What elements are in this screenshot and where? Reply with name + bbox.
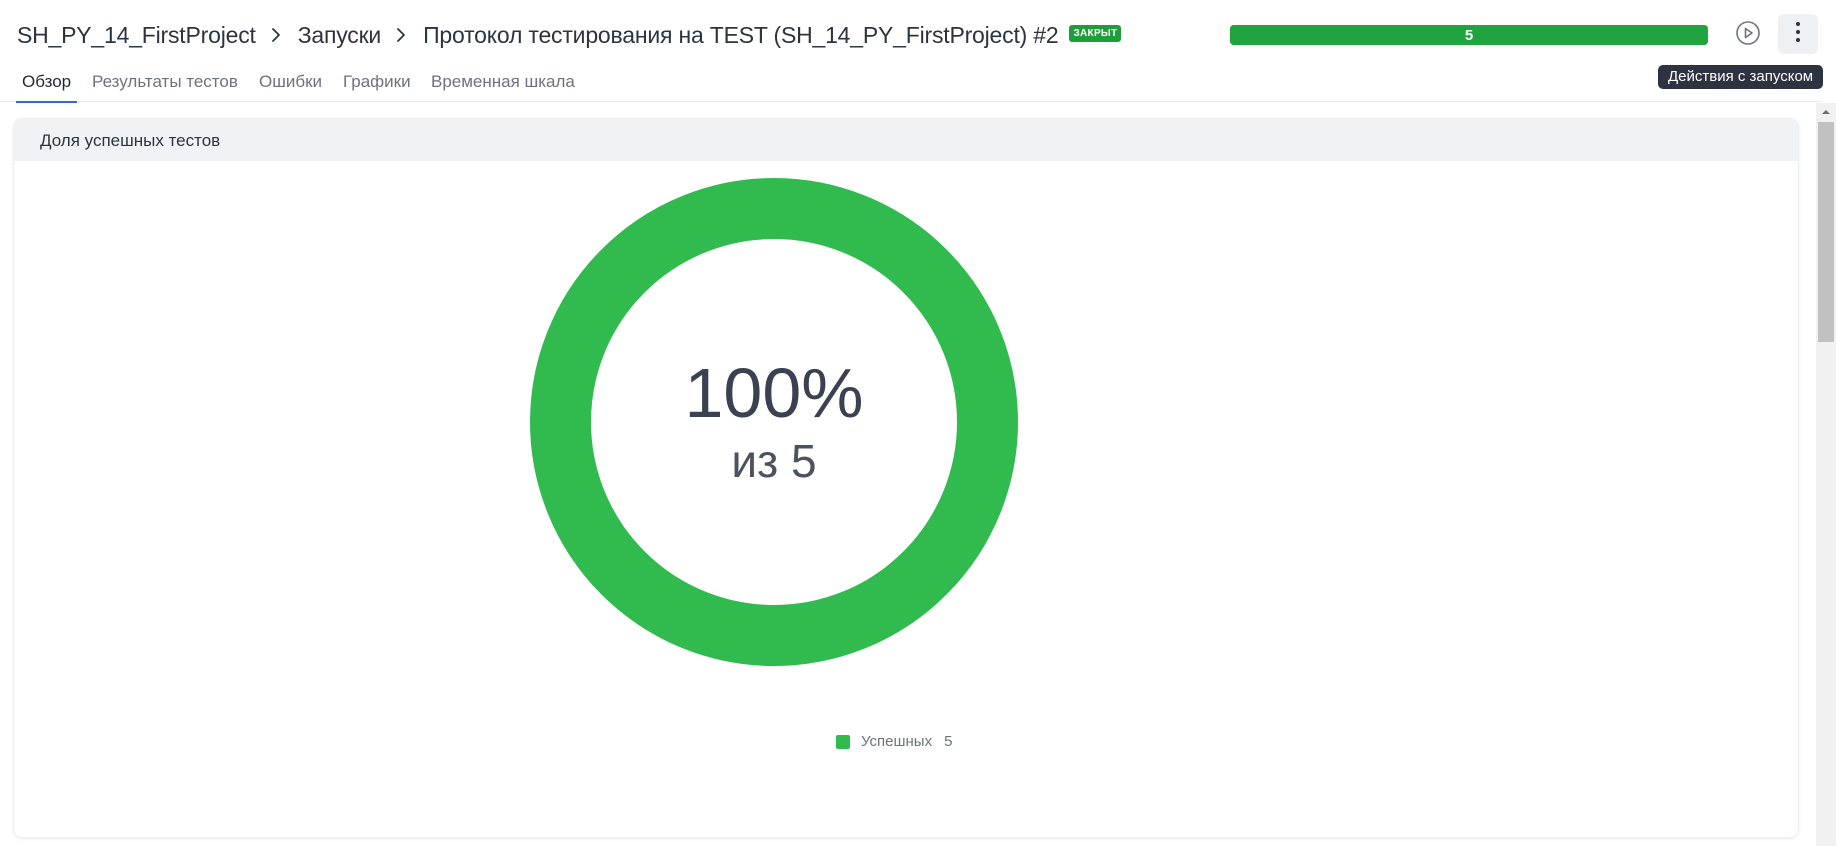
breadcrumb: SH_PY_14_FirstProject Запуски Протокол т…	[17, 18, 1122, 52]
donut-center-total: из 5	[731, 435, 816, 487]
more-vertical-icon	[1795, 21, 1801, 48]
scroll-thumb[interactable]	[1818, 122, 1834, 342]
more-actions-button[interactable]	[1778, 14, 1818, 54]
play-circle-icon	[1735, 20, 1761, 51]
legend-value: 5	[944, 733, 953, 750]
success-rate-panel: Доля успешных тестов 100% из 5	[14, 119, 1798, 837]
breadcrumb-project-link[interactable]: SH_PY_14_FirstProject	[17, 22, 256, 49]
legend-swatch	[836, 734, 850, 749]
breadcrumb-launches-link[interactable]: Запуски	[298, 22, 382, 49]
panel-title: Доля успешных тестов	[14, 119, 1798, 161]
legend-label: Успешных	[861, 733, 933, 750]
scroll-up-button[interactable]	[1816, 103, 1836, 121]
run-progress-bar: 5	[1230, 25, 1708, 45]
donut-center-percent: 100%	[684, 354, 863, 432]
tab-overview[interactable]: Обзор	[16, 68, 78, 103]
chevron-right-icon	[264, 23, 288, 47]
tab-charts[interactable]: Графики	[337, 68, 417, 102]
page-title: Протокол тестирования на TEST (SH_14_PY_…	[423, 21, 1059, 48]
page-header: SH_PY_14_FirstProject Запуски Протокол т…	[0, 0, 1836, 68]
more-actions-tooltip: Действия с запуском	[1658, 65, 1824, 89]
chart-legend: Успешных 5	[836, 733, 952, 750]
tab-test-results[interactable]: Результаты тестов	[86, 68, 244, 102]
arrow-up-icon	[1821, 103, 1831, 121]
progress-label: 5	[1464, 26, 1474, 44]
vertical-scrollbar[interactable]	[1816, 103, 1836, 846]
tab-errors[interactable]: Ошибки	[253, 68, 328, 102]
status-badge: ЗАКРЫТ	[1069, 24, 1122, 42]
app-root: SH_PY_14_FirstProject Запуски Протокол т…	[0, 0, 1836, 846]
chevron-right-icon	[389, 23, 413, 47]
run-button[interactable]	[1732, 19, 1764, 51]
tab-bar: Обзор Результаты тестов Ошибки Графики В…	[0, 68, 1820, 103]
tab-timeline[interactable]: Временная шкала	[425, 68, 581, 102]
